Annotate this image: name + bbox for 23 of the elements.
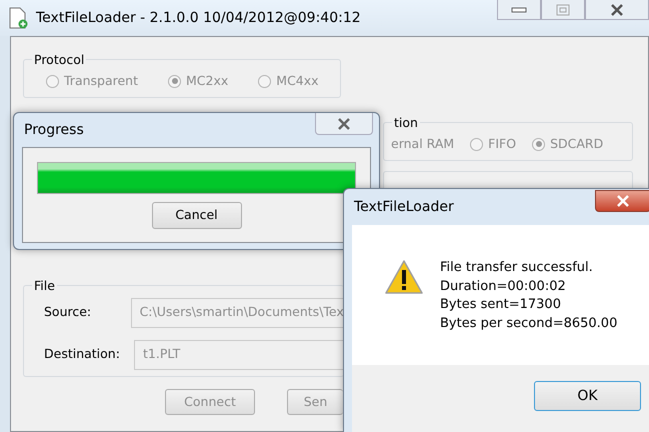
field-label: Destination: — [44, 345, 121, 364]
close-button[interactable] — [595, 190, 649, 212]
close-icon — [337, 118, 351, 130]
warning-icon — [384, 259, 424, 295]
close-icon — [616, 195, 630, 207]
dialog-title: TextFileLoader — [354, 198, 454, 216]
message-text: Duration=00:00:02 — [440, 278, 567, 296]
minimize-icon — [511, 6, 527, 12]
ok-button[interactable]: OK — [534, 381, 641, 411]
close-button[interactable] — [315, 113, 373, 135]
radio-label: ernal RAM — [391, 134, 454, 153]
maximize-icon — [556, 4, 570, 16]
minimize-button[interactable] — [497, 0, 541, 20]
message-text: File transfer successful. — [440, 259, 594, 277]
close-button[interactable] — [585, 0, 649, 20]
message-text: Bytes sent=17300 — [440, 296, 562, 314]
message-text: Bytes per second=8650.00 — [440, 314, 618, 332]
close-icon — [610, 4, 624, 16]
cancel-button[interactable]: Cancel — [152, 202, 242, 229]
dialog-title: Progress — [24, 120, 84, 140]
document-icon — [8, 7, 28, 29]
window-title: TextFileLoader - 2.1.0.0 10/04/2012@09:40:12 — [36, 8, 361, 28]
field-label: Source: — [44, 303, 92, 322]
